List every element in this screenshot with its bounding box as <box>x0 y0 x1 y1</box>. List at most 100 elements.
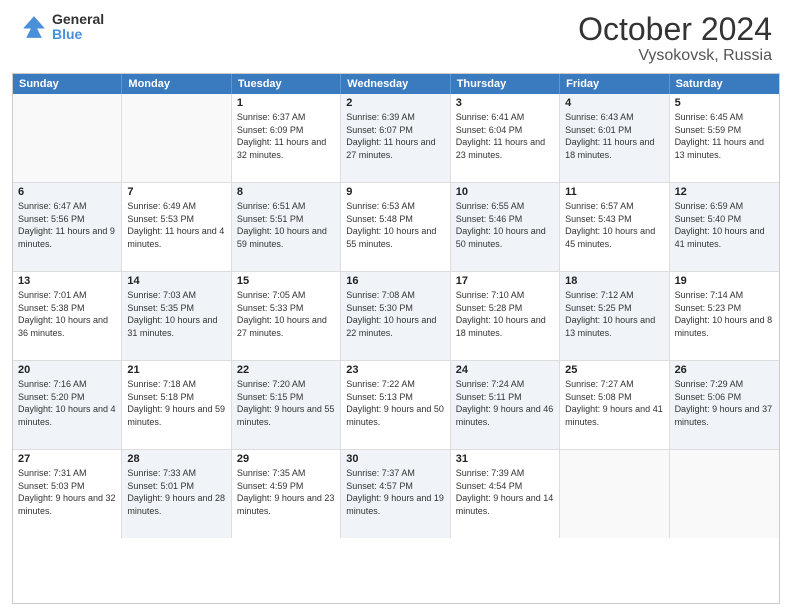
calendar-cell: 24Sunrise: 7:24 AMSunset: 5:11 PMDayligh… <box>451 361 560 449</box>
calendar-header-cell: Monday <box>122 74 231 94</box>
calendar-cell: 5 Sunrise: 6:45 AMSunset: 5:59 PMDaylight… <box>670 94 779 182</box>
calendar-cell: 9 Sunrise: 6:53 AMSunset: 5:48 PMDaylight… <box>341 183 450 271</box>
calendar-cell: 19 Sunrise: 7:14 AMSunset: 5:23 PMDayligh… <box>670 272 779 360</box>
day-info: Sunrise: 7:31 AMSunset: 5:03 PMDaylight:… <box>18 467 116 517</box>
day-info: Sunrise: 7:22 AMSunset: 5:13 PMDaylight:… <box>346 378 444 428</box>
calendar-cell: 1 Sunrise: 6:37 AMSunset: 6:09 PMDaylight… <box>232 94 341 182</box>
calendar-cell: 7 Sunrise: 6:49 AMSunset: 5:53 PMDaylight… <box>122 183 231 271</box>
calendar-cell: 3 Sunrise: 6:41 AMSunset: 6:04 PMDaylight… <box>451 94 560 182</box>
day-number: 16 <box>346 275 444 287</box>
calendar-cell: 23 Sunrise: 7:22 AMSunset: 5:13 PMDayligh… <box>341 361 450 449</box>
day-info: Sunrise: 7:14 AMSunset: 5:23 PMDaylight:… <box>675 289 774 339</box>
calendar-cell: 21 Sunrise: 7:18 AMSunset: 5:18 PMDayligh… <box>122 361 231 449</box>
calendar-cell: 26Sunrise: 7:29 AMSunset: 5:06 PMDayligh… <box>670 361 779 449</box>
calendar-cell: 2 Sunrise: 6:39 AMSunset: 6:07 PMDaylight… <box>341 94 450 182</box>
calendar-cell: 17 Sunrise: 7:10 AMSunset: 5:28 PMDayligh… <box>451 272 560 360</box>
day-number: 25 <box>565 364 663 376</box>
title-block: October 2024 Vysokovsk, Russia <box>578 12 772 65</box>
calendar-cell <box>122 94 231 182</box>
calendar-cell: 16 Sunrise: 7:08 AMSunset: 5:30 PMDayligh… <box>341 272 450 360</box>
day-number: 19 <box>675 275 774 287</box>
day-number: 18 <box>565 275 663 287</box>
day-number: 14 <box>127 275 225 287</box>
day-info: Sunrise: 6:51 AMSunset: 5:51 PMDaylight:… <box>237 200 335 250</box>
calendar-header-cell: Wednesday <box>341 74 450 94</box>
logo-text: General Blue <box>52 12 104 43</box>
day-info: Sunrise: 7:10 AMSunset: 5:28 PMDaylight:… <box>456 289 554 339</box>
calendar-header-cell: Tuesday <box>232 74 341 94</box>
day-info: Sunrise: 7:08 AMSunset: 5:30 PMDaylight:… <box>346 289 444 339</box>
calendar-cell: 12Sunrise: 6:59 AMSunset: 5:40 PMDayligh… <box>670 183 779 271</box>
day-number: 9 <box>346 186 444 198</box>
day-number: 26 <box>675 364 774 376</box>
calendar-cell: 30Sunrise: 7:37 AMSunset: 4:57 PMDayligh… <box>341 450 450 538</box>
calendar-cell: 13Sunrise: 7:01 AMSunset: 5:38 PMDayligh… <box>13 272 122 360</box>
day-info: Sunrise: 7:18 AMSunset: 5:18 PMDaylight:… <box>127 378 225 428</box>
calendar-week: 1 Sunrise: 6:37 AMSunset: 6:09 PMDaylight… <box>13 94 779 183</box>
logo-general-text: General <box>52 12 104 27</box>
calendar-week: 27 Sunrise: 7:31 AMSunset: 5:03 PMDayligh… <box>13 450 779 538</box>
day-number: 6 <box>18 186 116 198</box>
header: General Blue October 2024 Vysokovsk, Rus… <box>0 0 792 73</box>
day-number: 10 <box>456 186 554 198</box>
day-info: Sunrise: 7:12 AMSunset: 5:25 PMDaylight:… <box>565 289 663 339</box>
calendar-cell: 20 Sunrise: 7:16 AMSunset: 5:20 PMDayligh… <box>13 361 122 449</box>
calendar-cell: 10Sunrise: 6:55 AMSunset: 5:46 PMDayligh… <box>451 183 560 271</box>
day-info: Sunrise: 7:33 AMSunset: 5:01 PMDaylight:… <box>127 467 225 517</box>
calendar-week: 6 Sunrise: 6:47 AMSunset: 5:56 PMDaylight… <box>13 183 779 272</box>
day-number: 8 <box>237 186 335 198</box>
calendar-cell: 22Sunrise: 7:20 AMSunset: 5:15 PMDayligh… <box>232 361 341 449</box>
calendar-cell: 6 Sunrise: 6:47 AMSunset: 5:56 PMDaylight… <box>13 183 122 271</box>
day-number: 28 <box>127 453 225 465</box>
day-info: Sunrise: 6:39 AMSunset: 6:07 PMDaylight:… <box>346 111 444 161</box>
day-info: Sunrise: 6:45 AMSunset: 5:59 PMDaylight:… <box>675 111 774 161</box>
day-number: 1 <box>237 97 335 109</box>
day-info: Sunrise: 6:49 AMSunset: 5:53 PMDaylight:… <box>127 200 225 250</box>
day-number: 15 <box>237 275 335 287</box>
calendar-header-cell: Friday <box>560 74 669 94</box>
day-info: Sunrise: 6:37 AMSunset: 6:09 PMDaylight:… <box>237 111 335 161</box>
day-info: Sunrise: 6:53 AMSunset: 5:48 PMDaylight:… <box>346 200 444 250</box>
calendar-cell: 8 Sunrise: 6:51 AMSunset: 5:51 PMDaylight… <box>232 183 341 271</box>
calendar-cell <box>13 94 122 182</box>
day-number: 29 <box>237 453 335 465</box>
day-info: Sunrise: 6:41 AMSunset: 6:04 PMDaylight:… <box>456 111 554 161</box>
calendar-cell <box>670 450 779 538</box>
day-number: 2 <box>346 97 444 109</box>
calendar-cell: 18 Sunrise: 7:12 AMSunset: 5:25 PMDayligh… <box>560 272 669 360</box>
day-number: 31 <box>456 453 554 465</box>
calendar-header-cell: Saturday <box>670 74 779 94</box>
logo-icon <box>20 13 48 41</box>
calendar-cell: 27 Sunrise: 7:31 AMSunset: 5:03 PMDayligh… <box>13 450 122 538</box>
day-number: 20 <box>18 364 116 376</box>
page: General Blue October 2024 Vysokovsk, Rus… <box>0 0 792 612</box>
day-number: 23 <box>346 364 444 376</box>
day-number: 13 <box>18 275 116 287</box>
location-title: Vysokovsk, Russia <box>578 47 772 65</box>
day-number: 3 <box>456 97 554 109</box>
day-info: Sunrise: 7:35 AMSunset: 4:59 PMDaylight:… <box>237 467 335 517</box>
day-info: Sunrise: 6:47 AMSunset: 5:56 PMDaylight:… <box>18 200 116 250</box>
day-info: Sunrise: 6:57 AMSunset: 5:43 PMDaylight:… <box>565 200 663 250</box>
day-info: Sunrise: 7:37 AMSunset: 4:57 PMDaylight:… <box>346 467 444 517</box>
day-number: 7 <box>127 186 225 198</box>
day-number: 27 <box>18 453 116 465</box>
calendar-header-cell: Thursday <box>451 74 560 94</box>
logo: General Blue <box>20 12 104 43</box>
day-number: 11 <box>565 186 663 198</box>
calendar-cell: 14Sunrise: 7:03 AMSunset: 5:35 PMDayligh… <box>122 272 231 360</box>
calendar-cell: 4Sunrise: 6:43 AMSunset: 6:01 PMDaylight… <box>560 94 669 182</box>
day-info: Sunrise: 7:27 AMSunset: 5:08 PMDaylight:… <box>565 378 663 428</box>
calendar-cell: 15Sunrise: 7:05 AMSunset: 5:33 PMDayligh… <box>232 272 341 360</box>
day-number: 17 <box>456 275 554 287</box>
calendar-cell: 28 Sunrise: 7:33 AMSunset: 5:01 PMDayligh… <box>122 450 231 538</box>
calendar-week: 13Sunrise: 7:01 AMSunset: 5:38 PMDayligh… <box>13 272 779 361</box>
day-number: 5 <box>675 97 774 109</box>
calendar-week: 20 Sunrise: 7:16 AMSunset: 5:20 PMDayligh… <box>13 361 779 450</box>
day-number: 21 <box>127 364 225 376</box>
day-number: 12 <box>675 186 774 198</box>
calendar-body: 1 Sunrise: 6:37 AMSunset: 6:09 PMDaylight… <box>13 94 779 538</box>
calendar-cell <box>560 450 669 538</box>
day-info: Sunrise: 7:16 AMSunset: 5:20 PMDaylight:… <box>18 378 116 428</box>
logo-blue-text: Blue <box>52 27 104 42</box>
